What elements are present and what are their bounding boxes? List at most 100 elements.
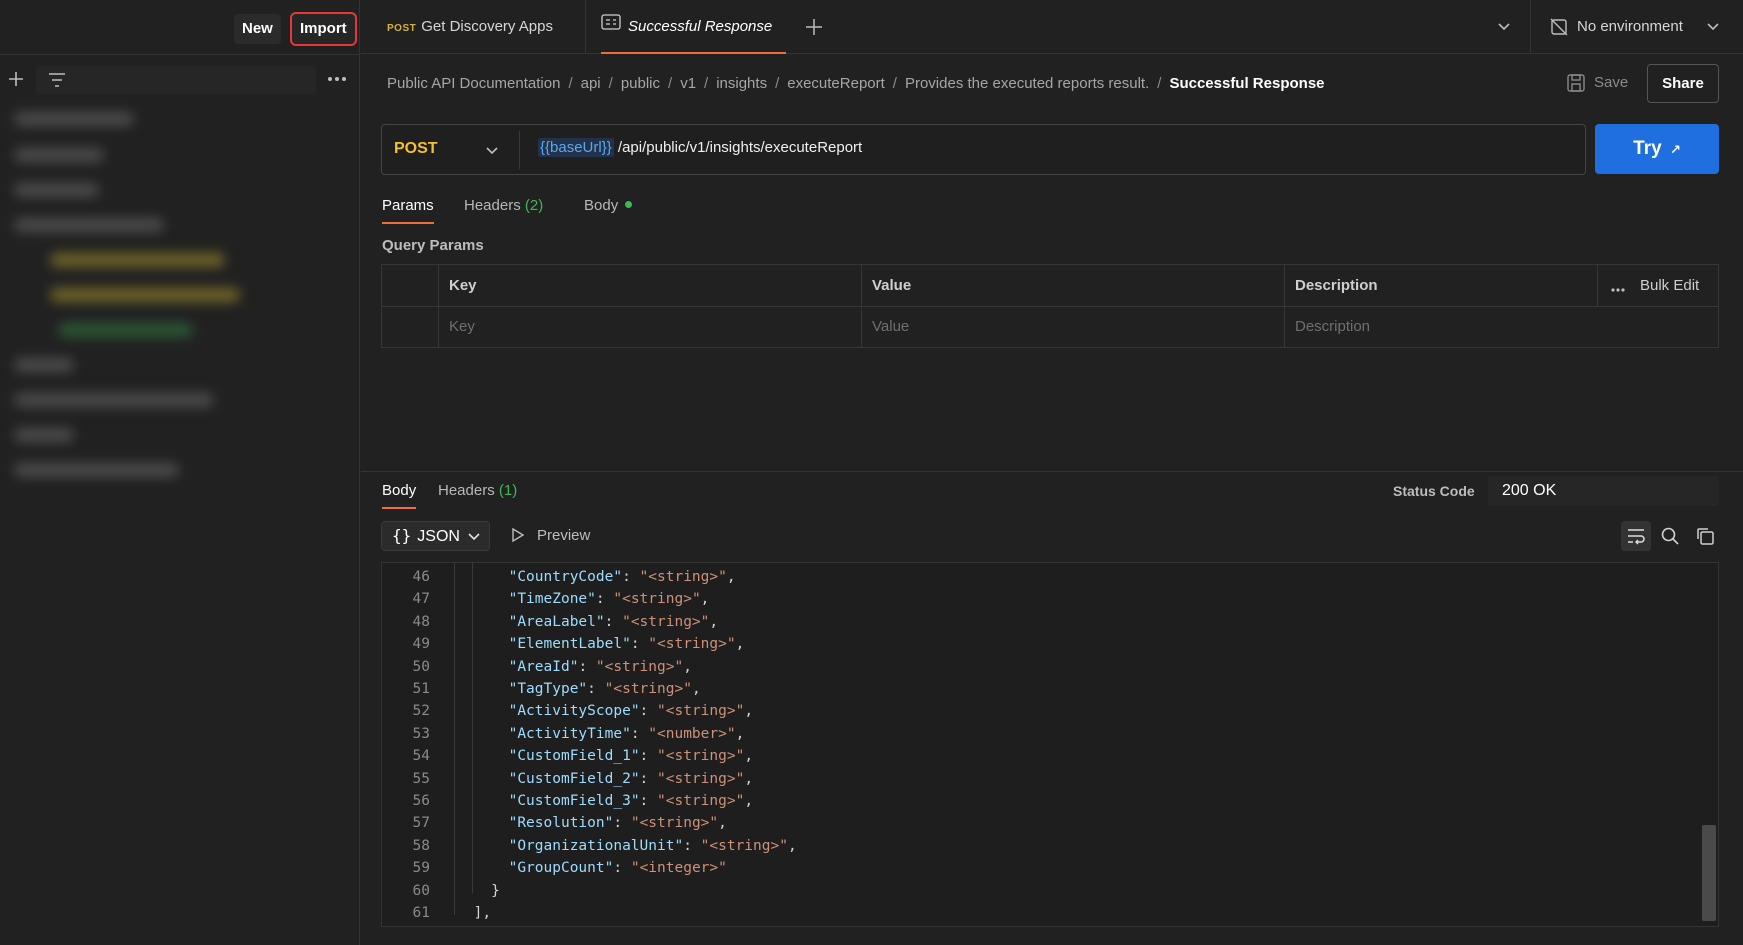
json-key: AreaLabel — [517, 613, 596, 630]
method-dropdown-icon[interactable] — [485, 144, 499, 161]
json-bracket: } — [491, 882, 500, 899]
collection-item[interactable] — [14, 358, 74, 372]
sidebar: New Import — [0, 0, 360, 945]
response-tab-headers[interactable]: Headers (1) — [438, 482, 517, 499]
line-number: 46 — [412, 569, 430, 585]
line-number: 61 — [412, 905, 430, 921]
tab-separator — [585, 0, 586, 54]
share-button[interactable]: Share — [1647, 64, 1719, 103]
tab-body[interactable]: Body — [584, 197, 633, 214]
query-params-table: Key Value Description Bulk Edit Key Valu… — [381, 264, 1719, 348]
response-body-editor[interactable]: 46 "CountryCode": "<string>", 47 "TimeZon… — [381, 562, 1719, 927]
collection-item[interactable] — [14, 218, 164, 232]
code-line: 49 "ElementLabel": "<string>", — [382, 633, 745, 655]
copy-icon[interactable] — [1690, 521, 1720, 551]
line-number: 56 — [412, 793, 430, 809]
tab-successful-response[interactable]: Successful Response — [601, 0, 787, 54]
line-number: 50 — [412, 658, 430, 675]
breadcrumb-item[interactable]: insights — [716, 75, 767, 92]
collection-item[interactable] — [14, 183, 99, 197]
line-number: 47 — [412, 591, 430, 608]
line-number: 54 — [412, 748, 430, 765]
preview-button[interactable]: Preview — [537, 527, 590, 544]
tabs-dropdown-icon[interactable] — [1496, 20, 1512, 38]
search-icon[interactable] — [1655, 521, 1685, 551]
editor-scrollbar[interactable] — [1702, 825, 1716, 921]
tabs-bar — [361, 0, 1743, 54]
response-tab-body[interactable]: Body — [382, 482, 417, 509]
json-value: <string> — [657, 636, 727, 653]
sidebar-filter-input[interactable] — [36, 66, 316, 94]
json-value: <string> — [630, 613, 701, 630]
env-separator — [1530, 0, 1531, 54]
code-line: 48 "AreaLabel": "<string>", — [382, 611, 719, 633]
param-value-input[interactable]: Value — [872, 318, 909, 335]
url-input[interactable]: {{baseUrl}} /api/public/v1/insights/exec… — [538, 138, 862, 157]
json-value: <string> — [709, 837, 780, 854]
collection-item[interactable] — [14, 393, 214, 407]
line-number: 58 — [412, 837, 430, 854]
code-line: 58 "OrganizationalUnit": "<string>", — [382, 835, 797, 857]
request-item[interactable] — [58, 323, 193, 337]
breadcrumb-item[interactable]: api — [581, 75, 601, 92]
code-line: 57 "Resolution": "<string>", — [382, 812, 727, 834]
collection-item[interactable] — [14, 148, 104, 162]
environment-dropdown-icon[interactable] — [1705, 20, 1721, 38]
param-description-input[interactable]: Description — [1295, 318, 1370, 335]
collection-item[interactable] — [14, 428, 74, 442]
code-line: 55 "CustomField_2": "<string>", — [382, 768, 754, 790]
json-value: <string> — [665, 770, 736, 787]
breadcrumb-item[interactable]: Public API Documentation — [387, 75, 560, 92]
braces-icon: {} — [392, 526, 412, 545]
environment-selector[interactable]: No environment — [1577, 18, 1683, 35]
try-button[interactable]: Try ↗ — [1595, 124, 1719, 174]
json-key: CountryCode — [517, 569, 614, 585]
save-button[interactable]: Save — [1594, 74, 1628, 91]
example-icon — [601, 0, 621, 53]
wrap-lines-icon[interactable] — [1621, 521, 1651, 551]
json-value: <string> — [665, 748, 736, 765]
import-button[interactable]: Import — [290, 12, 357, 46]
bulk-edit-button[interactable]: Bulk Edit — [1640, 277, 1699, 294]
more-options-icon[interactable] — [1610, 281, 1626, 298]
more-options-icon[interactable] — [326, 72, 348, 86]
breadcrumb-item[interactable]: public — [621, 75, 660, 92]
pane-divider[interactable] — [361, 471, 1743, 472]
code-line: 52 "ActivityScope": "<string>", — [382, 700, 754, 722]
new-button[interactable]: New — [234, 14, 281, 44]
param-key-input[interactable]: Key — [449, 318, 475, 335]
new-tab-icon[interactable] — [804, 17, 824, 41]
add-collection-icon[interactable] — [6, 69, 26, 89]
json-key: OrganizationalUnit — [517, 837, 675, 854]
request-item[interactable] — [50, 288, 240, 302]
tab-params[interactable]: Params — [382, 197, 434, 224]
code-line: 56 "CustomField_3": "<string>", — [382, 790, 754, 812]
chevron-down-icon — [468, 533, 480, 541]
json-value: <number> — [657, 725, 727, 742]
method-select[interactable]: POST — [394, 140, 438, 158]
code-line: 61 ], — [382, 902, 492, 924]
collection-item[interactable] — [14, 463, 179, 477]
response-format-select[interactable]: {} JSON — [381, 521, 490, 551]
breadcrumb-item[interactable]: executeReport — [787, 75, 885, 92]
json-key: AreaId — [517, 658, 570, 675]
json-value: <string> — [665, 703, 736, 720]
request-item[interactable] — [50, 253, 225, 267]
play-icon — [511, 527, 525, 547]
status-code-input[interactable]: 200 OK — [1488, 476, 1719, 506]
breadcrumb-current: Successful Response — [1169, 75, 1325, 92]
tab-headers[interactable]: Headers (2) — [464, 197, 543, 214]
code-line: 54 "CustomField_1": "<string>", — [382, 745, 754, 767]
column-header-value: Value — [872, 277, 912, 294]
tab-method: POST — [387, 23, 417, 34]
tab-label: Get Discovery Apps — [421, 18, 553, 35]
tab-get-discovery-apps[interactable]: POST Get Discovery Apps — [387, 0, 553, 54]
json-key: GroupCount — [517, 860, 605, 877]
line-number: 59 — [412, 860, 430, 877]
code-line: 47 "TimeZone": "<string>", — [382, 588, 710, 610]
breadcrumb-item[interactable]: Provides the executed reports result. — [905, 75, 1149, 92]
json-value: <string> — [665, 793, 736, 809]
line-number: 49 — [412, 636, 430, 653]
breadcrumb-item[interactable]: v1 — [680, 75, 696, 92]
collection-item[interactable] — [14, 112, 134, 126]
